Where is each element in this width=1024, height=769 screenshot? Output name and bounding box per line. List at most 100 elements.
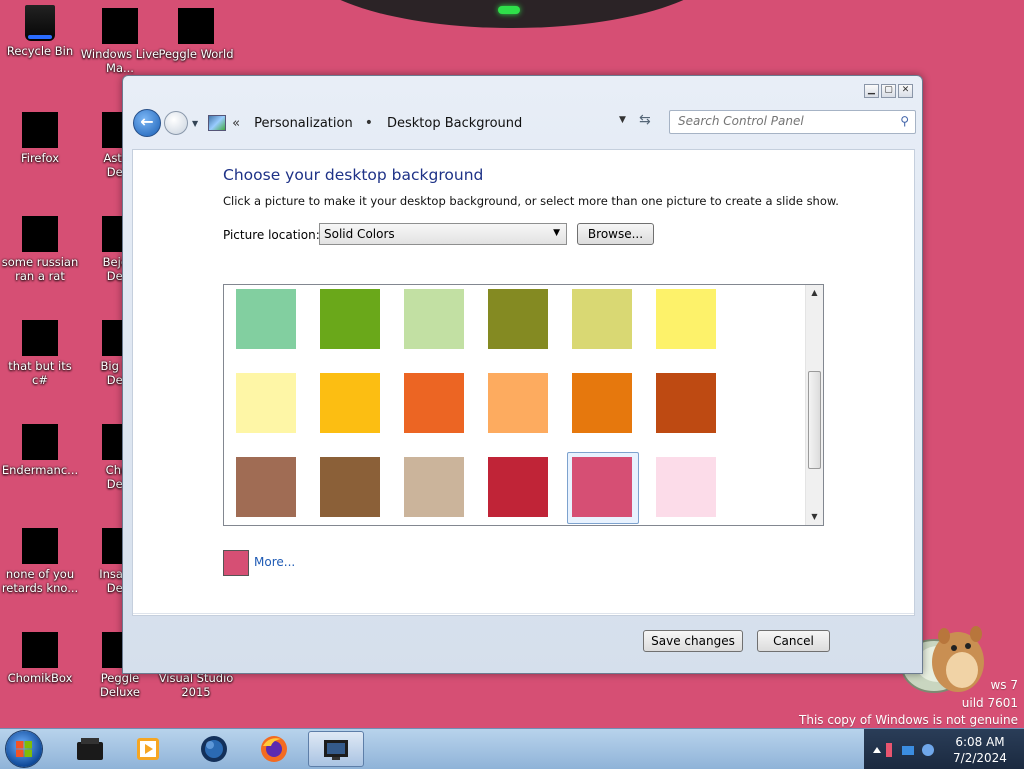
watermark-line-3: This copy of Windows is not genuine xyxy=(799,713,1018,727)
more-colors-link[interactable]: More... xyxy=(254,555,295,569)
forward-button[interactable] xyxy=(164,111,188,135)
page-subtitle: Click a picture to make it your desktop … xyxy=(223,194,839,208)
breadcrumb-desktop-background[interactable]: Desktop Background xyxy=(387,116,522,131)
desktop-icon[interactable]: Peggle World xyxy=(156,8,236,61)
desktop-icon-label: Peggle World xyxy=(158,47,234,61)
app-icon xyxy=(22,216,58,252)
tray-icons[interactable] xyxy=(870,741,940,759)
desktop-icon-label: some russian ran a rat xyxy=(1,255,79,283)
chevron-down-icon: ▼ xyxy=(553,228,560,238)
desktop-icon[interactable]: that but its c# xyxy=(0,320,80,387)
system-tray: 6:08 AM 7/2/2024 xyxy=(864,729,1024,769)
minimize-button[interactable]: ▁ xyxy=(864,84,879,98)
color-swatch[interactable] xyxy=(572,373,632,433)
color-palette: ▲ ▼ xyxy=(223,284,824,526)
desktop-icon-label: Endermanc... xyxy=(1,463,79,477)
taskbar: 6:08 AM 7/2/2024 xyxy=(0,728,1024,769)
close-button[interactable]: ✕ xyxy=(898,84,913,98)
search-icon[interactable]: ⚲ xyxy=(900,114,909,128)
scroll-down-icon[interactable]: ▼ xyxy=(806,509,823,525)
current-color-swatch[interactable] xyxy=(223,550,249,576)
desktop-icon-label: Firefox xyxy=(20,151,60,165)
desktop-icon[interactable]: some russian ran a rat xyxy=(0,216,80,283)
search-input[interactable] xyxy=(670,111,888,131)
content-pane: Choose your desktop background Click a p… xyxy=(132,149,915,616)
taskbar-control-panel-icon[interactable] xyxy=(308,731,364,767)
breadcrumb-overflow-chevron[interactable]: « xyxy=(232,116,240,131)
recent-pages-dropdown-icon[interactable]: ▼ xyxy=(192,119,198,128)
decoration-glow xyxy=(498,6,520,14)
back-button[interactable]: ← xyxy=(133,109,161,137)
color-swatch[interactable] xyxy=(236,457,296,517)
navigation-bar: ← ▼ « Personalization • Desktop Backgrou… xyxy=(133,106,916,140)
cancel-button[interactable]: Cancel xyxy=(757,630,830,652)
color-swatch[interactable] xyxy=(320,457,380,517)
clock[interactable]: 6:08 AM 7/2/2024 xyxy=(942,734,1018,766)
desktop-icon[interactable]: ChomikBox xyxy=(0,632,80,685)
color-swatch[interactable] xyxy=(572,457,632,517)
color-swatch[interactable] xyxy=(404,373,464,433)
desktop-icon-label: none of you retards kno... xyxy=(1,567,79,595)
taskbar-explorer-icon[interactable] xyxy=(62,731,118,767)
app-icon xyxy=(22,112,58,148)
desktop-icon[interactable]: Windows Live Ma... xyxy=(80,8,160,75)
save-changes-button[interactable]: Save changes xyxy=(643,630,743,652)
page-title: Choose your desktop background xyxy=(223,166,484,184)
footer-divider xyxy=(133,613,914,614)
color-swatch[interactable] xyxy=(236,289,296,349)
picture-location-value: Solid Colors xyxy=(324,227,395,241)
desktop-icon[interactable]: Endermanc... xyxy=(0,424,80,477)
desktop-icon-label: Windows Live Ma... xyxy=(80,47,160,75)
desktop-icon[interactable]: Firefox xyxy=(0,112,80,165)
color-swatch[interactable] xyxy=(404,289,464,349)
color-swatch[interactable] xyxy=(236,373,296,433)
breadcrumb-separator: • xyxy=(364,115,373,131)
scroll-thumb[interactable] xyxy=(808,371,821,469)
scroll-up-icon[interactable]: ▲ xyxy=(806,285,823,301)
picture-location-label: Picture location: xyxy=(223,228,320,242)
desktop-top-decoration xyxy=(300,0,724,28)
search-box: ⚲ xyxy=(669,110,916,134)
clock-time: 6:08 AM xyxy=(955,735,1005,749)
color-swatch[interactable] xyxy=(656,373,716,433)
app-icon xyxy=(22,632,58,668)
app-icon xyxy=(102,8,138,44)
taskbar-globe-icon[interactable] xyxy=(186,731,242,767)
refresh-icon[interactable]: ⇆ xyxy=(639,112,651,128)
color-swatch[interactable] xyxy=(488,457,548,517)
control-panel-window: ▁ ▢ ✕ ← ▼ « Personalization • Desktop Ba… xyxy=(122,75,923,674)
desktop-icon-label: Recycle Bin xyxy=(6,44,74,58)
desktop-icon-label: Peggle Deluxe xyxy=(100,671,140,699)
recycle-bin-icon xyxy=(25,5,55,41)
color-swatch[interactable] xyxy=(656,457,716,517)
app-icon xyxy=(22,528,58,564)
app-icon xyxy=(22,424,58,460)
picture-location-select[interactable]: Solid Colors ▼ xyxy=(319,223,567,245)
desktop-icon-label: Visual Studio 2015 xyxy=(158,671,234,699)
color-swatch[interactable] xyxy=(404,457,464,517)
control-panel-icon xyxy=(208,115,227,131)
app-icon xyxy=(178,8,214,44)
desktop-icon[interactable]: Recycle Bin xyxy=(0,5,80,58)
palette-scrollbar[interactable]: ▲ ▼ xyxy=(805,285,823,525)
breadcrumb-personalization[interactable]: Personalization xyxy=(254,116,353,131)
color-swatch[interactable] xyxy=(320,373,380,433)
watermark-line-1: ws 7 xyxy=(990,678,1018,692)
caption-buttons: ▁ ▢ ✕ xyxy=(864,84,913,98)
address-dropdown-icon[interactable]: ▼ xyxy=(619,115,626,125)
app-icon xyxy=(22,320,58,356)
browse-button[interactable]: Browse... xyxy=(577,223,654,245)
desktop-icon-label: ChomikBox xyxy=(7,671,73,685)
desktop-icon[interactable]: none of you retards kno... xyxy=(0,528,80,595)
start-button[interactable] xyxy=(6,731,42,767)
taskbar-media-player-icon[interactable] xyxy=(120,731,176,767)
maximize-button[interactable]: ▢ xyxy=(881,84,896,98)
color-swatch[interactable] xyxy=(572,289,632,349)
color-swatch[interactable] xyxy=(488,289,548,349)
desktop-icon-label: that but its c# xyxy=(8,359,72,387)
taskbar-firefox-icon[interactable] xyxy=(246,731,302,767)
color-swatch[interactable] xyxy=(656,289,716,349)
color-swatch[interactable] xyxy=(320,289,380,349)
color-swatch[interactable] xyxy=(488,373,548,433)
clock-date: 7/2/2024 xyxy=(953,751,1007,765)
